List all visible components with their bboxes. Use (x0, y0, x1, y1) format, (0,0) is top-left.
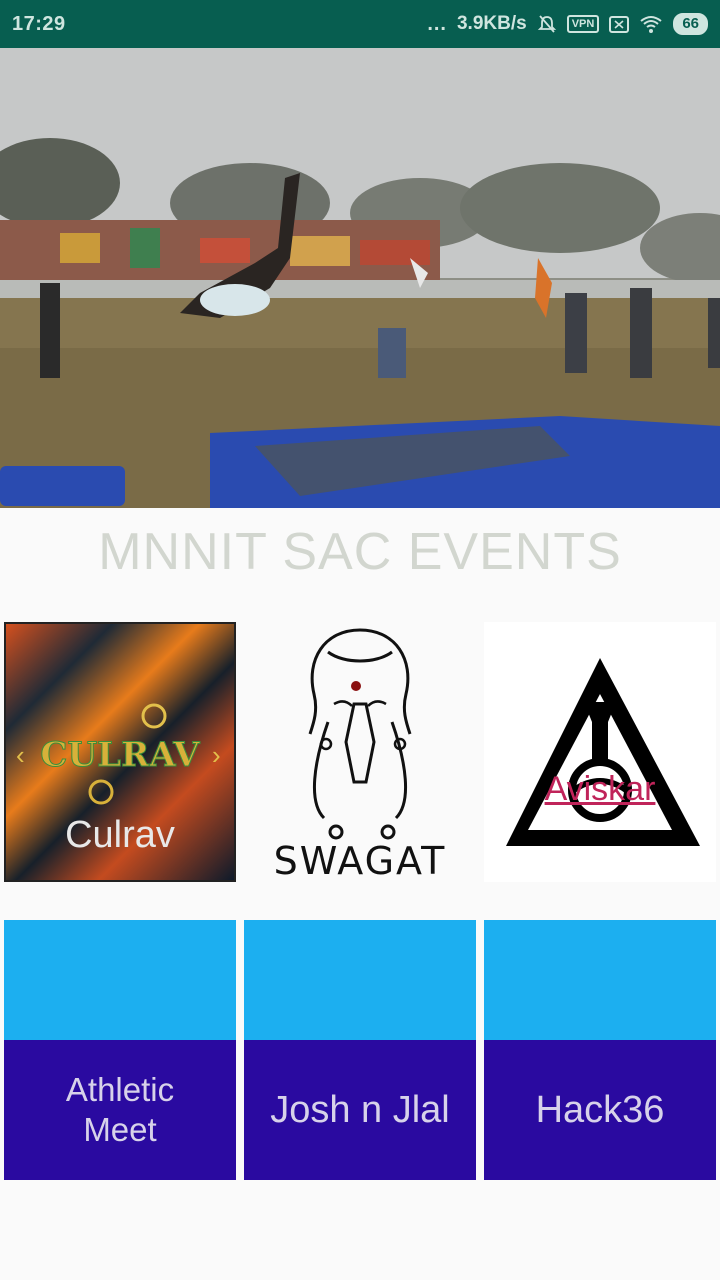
notification-dots-icon: ... (427, 12, 447, 35)
event-card-bottom: Josh n Jlal (244, 1040, 476, 1180)
swagat-namaste-logo: SWAGAT (274, 628, 447, 883)
event-card-top (244, 920, 476, 1040)
aviskar-tile[interactable]: Aviskar (484, 622, 716, 882)
no-sim-icon (609, 15, 630, 33)
svg-text:›: › (212, 740, 221, 770)
status-icons: ... 3.9KB/s VPN 66 (427, 13, 708, 36)
event-card-top (484, 920, 716, 1040)
culrav-tile[interactable]: CULRAV ‹ › Culrav (4, 622, 236, 882)
athlete-flip-photo (0, 48, 720, 508)
event-label: Athletic Meet (65, 1071, 175, 1148)
network-speed: 3.9KB/s (456, 13, 527, 34)
event-card-josh-n-jlal[interactable]: Josh n Jlal (244, 920, 476, 1180)
status-bar: 17:29 ... 3.9KB/s VPN 66 (0, 0, 720, 48)
event-card-bottom: Athletic Meet (4, 1040, 236, 1180)
event-label: Josh n Jlal (270, 1088, 450, 1131)
wifi-icon (640, 16, 662, 33)
aviskar-triangle-logo (506, 658, 700, 846)
event-card-athletic-meet[interactable]: Athletic Meet (4, 920, 236, 1180)
aviskar-label[interactable]: Aviskar (484, 770, 716, 809)
alarm-off-icon (537, 15, 556, 33)
event-card-hack36[interactable]: Hack36 (484, 920, 716, 1180)
event-card-bottom: Hack36 (484, 1040, 716, 1180)
hero-image (0, 48, 720, 508)
event-label: Hack36 (535, 1088, 665, 1131)
event-card-top (4, 920, 236, 1040)
svg-text:SWAGAT: SWAGAT (274, 839, 447, 882)
vpn-icon: VPN (566, 15, 600, 33)
svg-text:‹: ‹ (16, 740, 25, 770)
battery-icon: 66 (673, 13, 708, 35)
svg-text:CULRAV: CULRAV (40, 735, 200, 775)
clock: 17:29 (12, 12, 66, 35)
swagat-tile[interactable]: SWAGAT (244, 622, 476, 883)
culrav-label: Culrav (65, 814, 175, 856)
page-title: MNNIT SAC EVENTS (98, 523, 622, 581)
